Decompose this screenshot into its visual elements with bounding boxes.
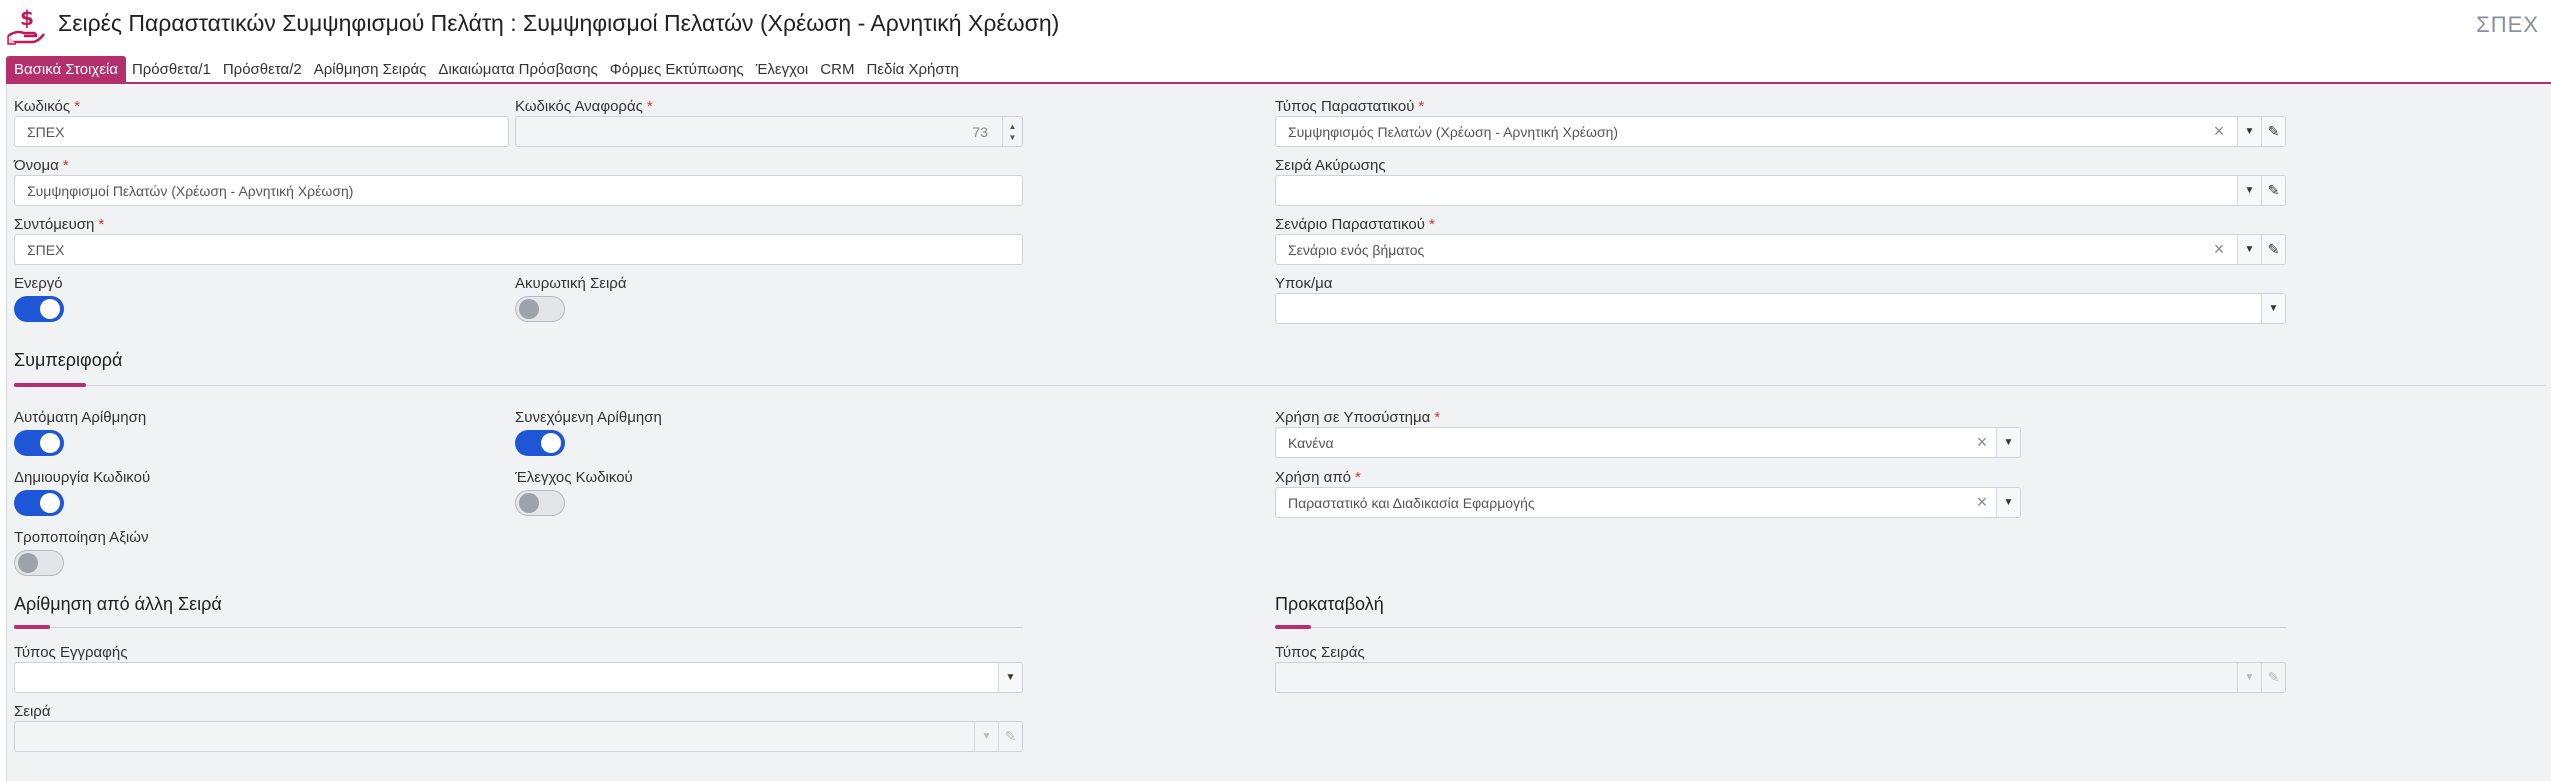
chevron-down-icon[interactable]: ▼ <box>1996 488 2020 517</box>
other-numbering-section-title: Αρίθμηση από άλλη Σειρά <box>14 594 222 614</box>
hand-money-icon: $ <box>7 6 45 45</box>
chevron-down-icon[interactable]: ▼ <box>2261 294 2285 323</box>
code-creation-toggle[interactable] <box>14 490 64 516</box>
active-label: Ενεργό <box>14 275 63 292</box>
tab-series-numbering[interactable]: Αρίθμηση Σειράς <box>308 56 433 83</box>
used-by-select[interactable]: Παραστατικό και Διαδικασία Εφαρμογής × ▼ <box>1275 487 2021 518</box>
cancelling-series-label: Ακυρωτική Σειρά <box>515 275 627 292</box>
tab-user-fields[interactable]: Πεδία Χρήστη <box>860 56 964 83</box>
tab-bar: Βασικά Στοιχεία Πρόσθετα/1 Πρόσθετα/2 Αρ… <box>6 56 965 83</box>
advance-section-divider <box>1275 627 2286 628</box>
tab-access-rights[interactable]: Δικαιώματα Πρόσβασης <box>432 56 603 83</box>
cancelling-series-toggle[interactable] <box>515 296 565 322</box>
tab-additional-1[interactable]: Πρόσθετα/1 <box>126 56 217 83</box>
chevron-down-icon[interactable]: ▼ <box>2237 176 2261 205</box>
edit-icon[interactable]: ✎ <box>2261 176 2285 205</box>
tab-print-forms[interactable]: Φόρμες Εκτύπωσης <box>604 56 750 83</box>
ref-code-stepper[interactable]: ▲ ▼ <box>1002 117 1022 146</box>
tab-checks[interactable]: Έλεγχοι <box>750 56 815 83</box>
auto-numbering-toggle[interactable] <box>14 430 64 456</box>
continuous-numbering-toggle[interactable] <box>515 430 565 456</box>
edit-icon[interactable]: ✎ <box>2261 117 2285 146</box>
page-header: $ Σειρές Παραστατικών Συμψηφισμού Πελάτη… <box>0 0 2551 52</box>
auto-numbering-label: Αυτόματη Αρίθμηση <box>14 409 147 426</box>
behavior-section-title: Συμπεριφορά <box>14 350 123 370</box>
doc-type-label: Τύπος Παραστατικού * <box>1275 98 1425 115</box>
value-modification-toggle[interactable] <box>14 550 64 576</box>
header-series-code: ΣΠΕΧ <box>2476 12 2539 37</box>
advance-section-accent <box>1275 625 1311 629</box>
chevron-down-icon[interactable]: ▼ <box>2237 663 2261 692</box>
short-label: Συντόμευση * <box>14 216 105 233</box>
doc-scenario-label: Σενάριο Παραστατικού * <box>1275 216 1435 233</box>
chevron-down-icon[interactable]: ▼ <box>974 722 998 751</box>
branch-select[interactable]: ▼ <box>1275 293 2286 324</box>
clear-icon[interactable]: × <box>2209 117 2229 146</box>
clear-icon[interactable]: × <box>1972 488 1992 517</box>
code-input[interactable]: ΣΠΕΧ <box>14 116 509 147</box>
edit-icon[interactable]: ✎ <box>2261 235 2285 264</box>
chevron-down-icon[interactable]: ▼ <box>2237 117 2261 146</box>
series-label: Σειρά <box>14 703 51 720</box>
doc-type-select[interactable]: Συμψηφισμός Πελατών (Χρέωση - Αρνητική Χ… <box>1275 116 2286 147</box>
other-numbering-section-accent <box>14 625 50 629</box>
svg-text:$: $ <box>20 6 34 30</box>
used-by-label: Χρήση από * <box>1275 469 1361 486</box>
doc-scenario-select[interactable]: Σενάριο ενός βήματος × ▼ ✎ <box>1275 234 2286 265</box>
value-modification-label: Τροποποίηση Αξιών <box>14 529 149 546</box>
series-select[interactable]: ▼ ✎ <box>14 721 1023 752</box>
short-input[interactable]: ΣΠΕΧ <box>14 234 1023 265</box>
form-content: Κωδικός * ΣΠΕΧ Κωδικός Αναφοράς * 73 ▲ ▼ Τύ… <box>6 84 2551 781</box>
clear-icon[interactable]: × <box>1972 428 1992 457</box>
advance-section-title: Προκαταβολή <box>1275 594 1384 614</box>
branch-label: Υποκ/μα <box>1275 275 1333 292</box>
series-type-select[interactable]: ▼ ✎ <box>1275 662 2286 693</box>
behavior-section-accent <box>14 383 86 387</box>
continuous-numbering-label: Συνεχόμενη Αρίθμηση <box>515 409 662 426</box>
behavior-section-divider <box>14 385 2546 386</box>
chevron-down-icon[interactable]: ▼ <box>1996 428 2020 457</box>
record-type-label: Τύπος Εγγραφής <box>14 644 128 661</box>
ref-code-label: Κωδικός Αναφοράς * <box>515 98 653 115</box>
name-input[interactable]: Συμψηφισμοί Πελατών (Χρέωση - Αρνητική Χ… <box>14 175 1023 206</box>
ref-code-input[interactable]: 73 ▲ ▼ <box>515 116 1023 147</box>
clear-icon[interactable]: × <box>2209 235 2229 264</box>
other-numbering-section-divider <box>14 627 1023 628</box>
code-check-label: Έλεγχος Κωδικού <box>515 469 633 486</box>
subsystem-use-select[interactable]: Κανένα × ▼ <box>1275 427 2021 458</box>
tab-basic-info[interactable]: Βασικά Στοιχεία <box>6 56 126 83</box>
code-creation-label: Δημιουργία Κωδικού <box>14 469 151 486</box>
page-title: Σειρές Παραστατικών Συμψηφισμού Πελάτη :… <box>58 10 1060 36</box>
chevron-down-icon[interactable]: ▼ <box>998 663 1022 692</box>
tab-additional-2[interactable]: Πρόσθετα/2 <box>217 56 308 83</box>
name-label: Όνομα * <box>14 157 69 174</box>
code-check-toggle[interactable] <box>515 490 565 516</box>
tab-crm[interactable]: CRM <box>814 56 860 83</box>
cancel-series-label: Σειρά Ακύρωσης <box>1275 157 1386 174</box>
cancel-series-select[interactable]: ▼ ✎ <box>1275 175 2286 206</box>
active-toggle[interactable] <box>14 296 64 322</box>
code-label: Κωδικός * <box>14 98 80 115</box>
subsystem-use-label: Χρήση σε Υποσύστημα * <box>1275 409 1441 426</box>
record-type-select[interactable]: ▼ <box>14 662 1023 693</box>
series-type-label: Τύπος Σειράς <box>1275 644 1365 661</box>
chevron-down-icon[interactable]: ▼ <box>2237 235 2261 264</box>
edit-icon[interactable]: ✎ <box>998 722 1022 751</box>
edit-icon[interactable]: ✎ <box>2261 663 2285 692</box>
